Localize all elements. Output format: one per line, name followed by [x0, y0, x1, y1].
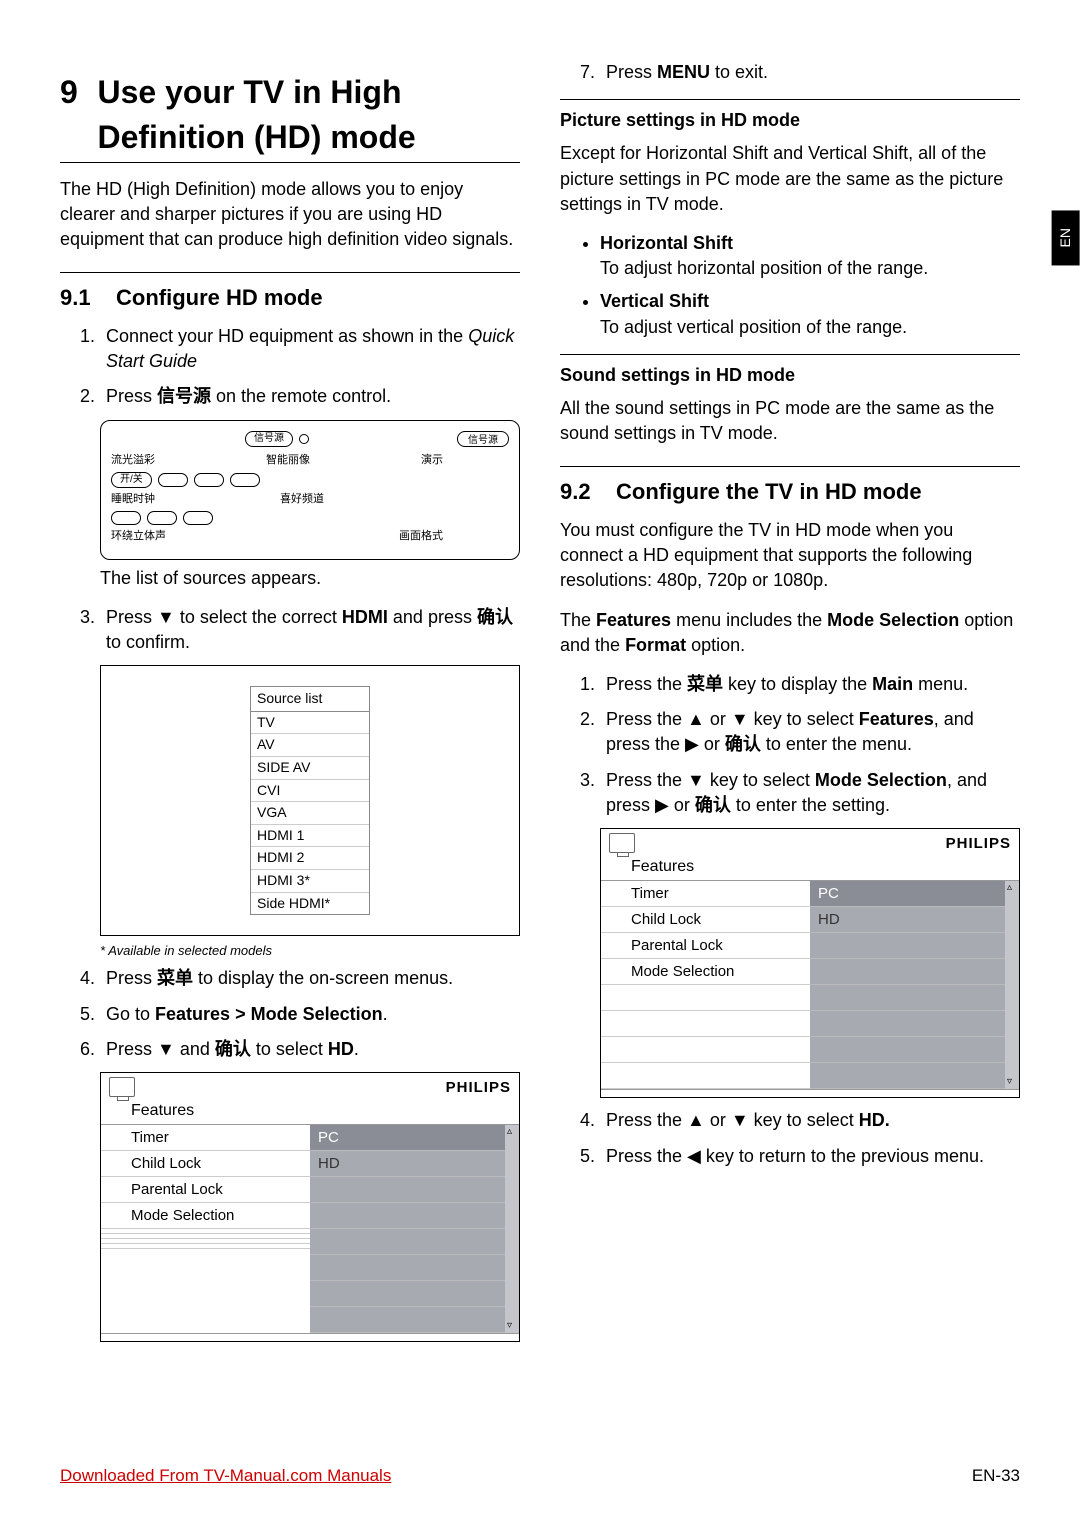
page-footer: Downloaded From TV-Manual.com Manuals EN… — [60, 1464, 1020, 1488]
vertical-shift-item: Vertical Shift To adjust vertical positi… — [600, 289, 1020, 339]
intro-paragraph: The HD (High Definition) mode allows you… — [60, 177, 520, 253]
source-item: HDMI 3* — [251, 870, 369, 893]
remote-button-icon — [147, 511, 177, 525]
section-9-2-paragraph-2: The Features menu includes the Mode Sele… — [560, 608, 1020, 658]
menu-option: HD — [810, 907, 1019, 933]
steps-list-2: Press ▼ to select the correct HDMI and p… — [60, 605, 520, 655]
two-column-layout: 9 Use your TV in High Definition (HD) mo… — [60, 60, 1020, 1352]
section-number: 9.2 — [560, 477, 616, 508]
source-item: TV — [251, 712, 369, 735]
right-step-4: Press the ▲ or ▼ key to select HD. — [600, 1108, 1020, 1133]
scroll-down-icon: ▿ — [507, 1319, 512, 1333]
horizontal-shift-item: Horizontal Shift To adjust horizontal po… — [600, 231, 1020, 281]
shift-list: Horizontal Shift To adjust horizontal po… — [560, 231, 1020, 340]
scroll-up-icon: ▵ — [1007, 881, 1012, 895]
left-column: 9 Use your TV in High Definition (HD) mo… — [60, 60, 520, 1352]
remote-control-diagram: 信号源 流光溢彩 智能丽像 演示 开/关 睡眠时钟 喜好频道 — [100, 420, 520, 560]
tv-icon — [609, 833, 635, 853]
steps-list-4: Press MENU to exit. — [560, 60, 1020, 85]
remote-side-button: 信号源 — [457, 431, 509, 447]
source-item: CVI — [251, 780, 369, 803]
menu-item: Child Lock — [101, 1151, 310, 1177]
step-7: Press MENU to exit. — [600, 60, 1020, 85]
scrollbar: ▵ ▿ — [1005, 881, 1019, 1089]
right-step-3: Press the ▼ key to select Mode Selection… — [600, 768, 1020, 818]
step-4: Press 菜单 to display the on-screen menus. — [100, 966, 520, 991]
footnote: * Available in selected models — [100, 942, 520, 960]
section-number: 9.1 — [60, 283, 116, 314]
menu-item: Mode Selection — [101, 1203, 310, 1229]
page-number: EN-33 — [972, 1464, 1020, 1488]
dot-icon — [299, 434, 309, 444]
chapter-heading: 9 Use your TV in High Definition (HD) mo… — [60, 60, 520, 163]
step-3: Press ▼ to select the correct HDMI and p… — [100, 605, 520, 655]
right-step-5: Press the ◀ key to return to the previou… — [600, 1144, 1020, 1169]
right-step-2: Press the ▲ or ▼ key to select Features,… — [600, 707, 1020, 757]
menu-item: Parental Lock — [101, 1177, 310, 1203]
scroll-down-icon: ▿ — [1007, 1075, 1012, 1089]
on-off-button: 开/关 — [111, 472, 152, 488]
menu-option: HD — [310, 1151, 519, 1177]
menu-item: Timer — [101, 1125, 310, 1151]
chapter-title-text: Use your TV in High Definition (HD) mode — [97, 70, 520, 160]
remote-button-icon — [194, 473, 224, 487]
menu-option-selected: PC — [810, 881, 1019, 907]
picture-settings-heading: Picture settings in HD mode — [560, 99, 1020, 133]
chapter-number: 9 — [60, 70, 97, 160]
right-steps-list: Press the 菜单 key to display the Main men… — [560, 672, 1020, 818]
steps-list-1: Connect your HD equipment as shown in th… — [60, 324, 520, 410]
brand-label: PHILIPS — [946, 833, 1011, 854]
section-9-2-paragraph-1: You must configure the TV in HD mode whe… — [560, 518, 1020, 594]
section-9-1-heading: 9.1 Configure HD mode — [60, 272, 520, 314]
scroll-up-icon: ▵ — [507, 1125, 512, 1139]
menu-item: Child Lock — [601, 907, 810, 933]
scrollbar: ▵ ▿ — [505, 1125, 519, 1333]
step-6: Press ▼ and 确认 to select HD. — [100, 1037, 520, 1062]
section-title-text: Configure the TV in HD mode — [616, 477, 922, 508]
right-step-1: Press the 菜单 key to display the Main men… — [600, 672, 1020, 697]
step-1: Connect your HD equipment as shown in th… — [100, 324, 520, 374]
source-item: VGA — [251, 802, 369, 825]
right-steps-list-2: Press the ▲ or ▼ key to select HD. Press… — [560, 1108, 1020, 1168]
download-link[interactable]: Downloaded From TV-Manual.com Manuals — [60, 1464, 391, 1488]
after-remote-text: The list of sources appears. — [100, 566, 520, 591]
right-column: Press MENU to exit. Picture settings in … — [560, 60, 1020, 1352]
sound-settings-paragraph: All the sound settings in PC mode are th… — [560, 396, 1020, 446]
picture-settings-paragraph: Except for Horizontal Shift and Vertical… — [560, 141, 1020, 217]
remote-button-icon — [158, 473, 188, 487]
language-side-tab: EN — [1052, 210, 1080, 265]
source-item: HDMI 2 — [251, 847, 369, 870]
source-item: HDMI 1 — [251, 825, 369, 848]
brand-label: PHILIPS — [446, 1077, 511, 1098]
remote-button-icon — [183, 511, 213, 525]
source-item: Side HDMI* — [251, 893, 369, 915]
step-5: Go to Features > Mode Selection. — [100, 1002, 520, 1027]
source-list-diagram: Source list TV AV SIDE AV CVI VGA HDMI 1… — [100, 665, 520, 936]
section-title-text: Configure HD mode — [116, 283, 323, 314]
features-menu-diagram-1: PHILIPS Features Timer Child Lock Parent… — [100, 1072, 520, 1342]
menu-title: Features — [601, 856, 1019, 881]
menu-option-selected: PC — [310, 1125, 519, 1151]
steps-list-3: Press 菜单 to display the on-screen menus.… — [60, 966, 520, 1062]
features-menu-diagram-2: PHILIPS Features Timer Child Lock Parent… — [600, 828, 1020, 1098]
remote-top-button: 信号源 — [245, 431, 293, 447]
menu-item: Timer — [601, 881, 810, 907]
sound-settings-heading: Sound settings in HD mode — [560, 354, 1020, 388]
step-2: Press 信号源 on the remote control. — [100, 384, 520, 409]
section-9-2-heading: 9.2 Configure the TV in HD mode — [560, 466, 1020, 508]
tv-icon — [109, 1077, 135, 1097]
source-list-header: Source list — [251, 687, 369, 712]
source-item: AV — [251, 734, 369, 757]
source-item: SIDE AV — [251, 757, 369, 780]
remote-button-icon — [111, 511, 141, 525]
remote-button-icon — [230, 473, 260, 487]
menu-item: Mode Selection — [601, 959, 810, 985]
menu-item: Parental Lock — [601, 933, 810, 959]
menu-title: Features — [101, 1100, 519, 1125]
